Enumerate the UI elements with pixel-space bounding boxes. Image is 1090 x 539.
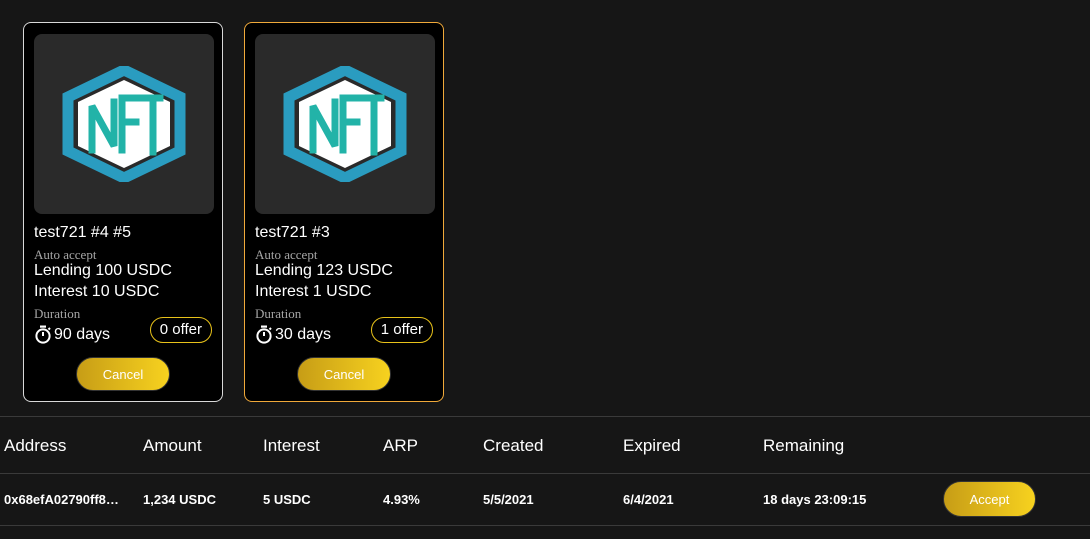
nft-thumbnail	[34, 34, 214, 214]
accept-button[interactable]: Accept	[943, 481, 1036, 517]
header-remaining: Remaining	[763, 436, 845, 455]
duration-value: 90 days	[54, 325, 111, 343]
accept-mode: Auto accept	[255, 247, 318, 262]
cell-remaining: 18 days 23:09:15	[763, 492, 867, 507]
header-expired: Expired	[623, 436, 681, 455]
cell-address: 0x68efA02790ff8…	[4, 492, 119, 507]
offers-table: Address Amount Interest ARP Created Expi…	[0, 416, 1090, 526]
table-header: Address Amount Interest ARP Created Expi…	[0, 417, 1090, 473]
header-amount: Amount	[143, 436, 202, 455]
duration-value: 30 days	[275, 325, 332, 343]
nft-logo-icon	[283, 66, 407, 182]
cell-amount: 1,234 USDC	[143, 492, 216, 507]
nft-card[interactable]: test721 #4 #5 Auto accept Lending 100 US…	[23, 22, 223, 402]
stopwatch-icon	[256, 325, 272, 344]
interest-amount: Interest 1 USDC	[255, 283, 372, 300]
cell-interest: 5 USDC	[263, 492, 311, 507]
duration-value-group: 30 days	[255, 325, 331, 344]
offer-count-badge[interactable]: 1 offer	[370, 317, 433, 343]
lending-amount: Lending 123 USDC	[255, 262, 393, 279]
header-arp: ARP	[383, 436, 418, 455]
nft-card-list: test721 #4 #5 Auto accept Lending 100 US…	[23, 22, 444, 402]
divider	[0, 525, 1090, 526]
duration-label: Duration	[255, 306, 302, 321]
nft-logo-icon	[62, 66, 186, 182]
header-created: Created	[483, 436, 544, 455]
nft-title: test721 #3	[255, 224, 330, 241]
nft-card-selected[interactable]: test721 #3 Auto accept Lending 123 USDC …	[244, 22, 444, 402]
cancel-button[interactable]: Cancel	[76, 357, 170, 391]
interest-amount: Interest 10 USDC	[34, 283, 160, 300]
duration-label: Duration	[34, 306, 81, 321]
lending-amount: Lending 100 USDC	[34, 262, 172, 279]
header-address: Address	[4, 436, 67, 455]
header-interest: Interest	[263, 436, 320, 455]
cell-created: 5/5/2021	[483, 492, 534, 507]
nft-thumbnail	[255, 34, 435, 214]
table-row: 0x68efA02790ff8… 1,234 USDC 5 USDC 4.93%…	[0, 474, 1090, 525]
cell-arp: 4.93%	[383, 492, 420, 507]
cell-expired: 6/4/2021	[623, 492, 674, 507]
offer-count-badge[interactable]: 0 offer	[149, 317, 212, 343]
duration-value-group: 90 days	[34, 325, 110, 344]
stopwatch-icon	[35, 325, 51, 344]
cancel-button[interactable]: Cancel	[297, 357, 391, 391]
nft-title: test721 #4 #5	[34, 224, 131, 241]
accept-mode: Auto accept	[34, 247, 97, 262]
